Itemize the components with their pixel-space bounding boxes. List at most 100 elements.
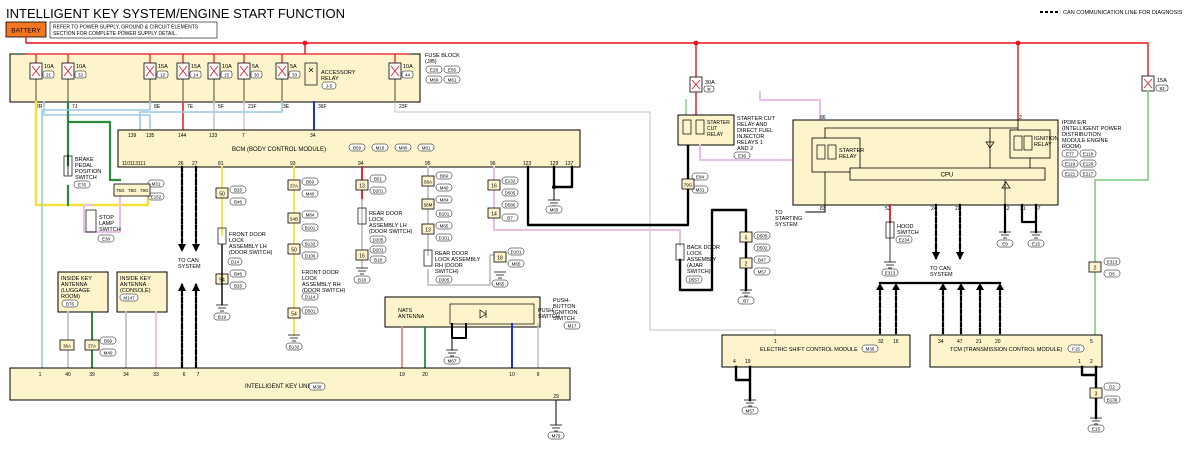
bcm96-pin-16: 16: [491, 184, 497, 190]
conn-e19: B136: [1107, 398, 1118, 403]
ant-con-conn: M147: [123, 296, 135, 301]
conn-d586: B7: [507, 216, 513, 221]
bcm-bottom-pin-110: 110: [122, 161, 130, 167]
conn-b26-a: B26: [234, 188, 243, 193]
fuse-block-pin-7E: 7E: [187, 104, 194, 110]
front-rh-pin-50: 50: [291, 248, 297, 254]
conn-b69-ant: B69: [104, 339, 113, 344]
conn-m84: M84: [306, 213, 315, 218]
tcm-label: TCM (TRANSMISSION CONTROL MODULE): [950, 347, 1062, 353]
rear-lh-pin-13: 13: [359, 184, 365, 190]
gnd-m79: M79: [552, 434, 561, 439]
bcm-bottom-pin-111: 111: [138, 161, 146, 167]
tcm-pin-20: 20: [995, 339, 1001, 345]
stop-lamp-conn: E38: [102, 237, 111, 242]
conn-e132: E84: [696, 175, 705, 180]
conn-d561: D505: [505, 191, 516, 196]
bcm-top-pin-7: 7: [242, 133, 245, 139]
conn-d501: D502: [757, 246, 768, 251]
key-unit-pin-39: 39: [89, 372, 95, 378]
key-unit-label: INTELLIGENT KEY UNIT: [245, 384, 313, 390]
ipdm-conn-E120: E120: [1083, 162, 1094, 167]
brake-switch-l4: SWITCH: [75, 175, 97, 181]
fuse-block-pin-5F: 5F: [218, 104, 224, 110]
ipdm-connectors: E77 E118 E119 E120 E121 E217: [1061, 149, 1097, 178]
gnd-m65-label: M65: [550, 208, 559, 213]
can-arrows-bcm: [178, 244, 200, 252]
conn-d106: D106: [305, 254, 316, 259]
bcm-top-pin-133: 133: [209, 133, 218, 139]
key-unit-pin-10: 10: [509, 372, 515, 378]
conn-b26-b: B26: [234, 284, 243, 289]
ign-relay-l2: RELAY: [1034, 142, 1052, 148]
conn-37a-label: 37A: [88, 344, 96, 349]
fuse-num-15: 15: [224, 73, 230, 78]
gnd-m67: M67: [448, 359, 457, 364]
push-conn: M17: [568, 324, 577, 329]
to-starting-l3: SYSTEM: [775, 222, 798, 228]
bcm-conn-B59: B59: [353, 146, 362, 151]
ipdm-box: [792, 119, 1059, 206]
ground-icon-m67: [446, 349, 458, 357]
key-unit-pin-20: 20: [422, 372, 428, 378]
bus-dot-2: [693, 40, 699, 46]
g-conn-labels3: 79G: [140, 188, 149, 193]
conn-b101: B101: [305, 226, 316, 231]
ipdm-conn-E217: E217: [1083, 172, 1094, 177]
refer-note-line1: REFER TO POWER SUPPLY, GROUND & CIRCUIT …: [53, 25, 199, 31]
fuse-num-14: 14: [193, 73, 199, 78]
ipdm-labels: IPDM E/R(INTELLIGENT POWERDISTRIBUTIONMO…: [1062, 120, 1122, 150]
legend: : CAN COMMUNICATION LINE FOR DIAGNOSIS: [1040, 10, 1183, 16]
ground-icon-b136: [494, 271, 506, 279]
fuse-amp-15: 10A: [222, 64, 232, 70]
rear-rh-pin-18: 18: [497, 256, 503, 262]
fuse-93-amp: 15A: [1157, 78, 1167, 84]
rear-lh-l4: (DOOR SWITCH): [369, 229, 413, 235]
shift-gnd-wire: [734, 365, 752, 402]
conn-d101: D101: [439, 236, 450, 241]
fuse-block-conn-M69: M69: [430, 78, 439, 83]
fuse-block-pin-7J: 7J: [72, 104, 78, 110]
back-pin-5: 5: [745, 236, 748, 242]
key-unit-pin-7: 7: [197, 372, 200, 378]
tcm-pin-47: 47: [957, 339, 963, 345]
fuse-amp-12: 15A: [158, 64, 168, 70]
fuse-block-conn-E28: E28: [430, 68, 439, 73]
tcm-pin-2: 2: [1090, 359, 1093, 365]
battery-label: BATTERY: [11, 28, 41, 35]
conn-b136: M65: [440, 224, 449, 229]
conn-d502: B47: [758, 258, 767, 263]
starter-cut-relay-l3: RELAY: [707, 132, 724, 138]
shift-module-conn: M36: [866, 347, 875, 352]
conn-d5-b: B46: [234, 272, 243, 277]
g-conn-labels2: 78G: [128, 188, 137, 193]
conn-f93: D5: [1109, 272, 1115, 277]
fuse-block-pin-8E: 8E: [154, 104, 161, 110]
shift-pin-4: 4: [733, 359, 736, 365]
tcm-pin-21: 21: [976, 339, 982, 345]
shift-pin-1: 1: [774, 339, 777, 345]
bcm-side-conn2: E152: [151, 195, 162, 200]
key-unit-pin-6: 6: [183, 372, 186, 378]
key-unit-pin-9: 9: [537, 372, 540, 378]
gnd-m57: M57: [746, 409, 755, 414]
g-conn-labels: 75G: [116, 188, 125, 193]
front-rh-conn: D114: [305, 295, 316, 300]
rear-rh-conn: D305: [439, 278, 450, 283]
fuse-30a-amp: 30A: [705, 80, 715, 86]
fuse-block-pin-23F: 23F: [399, 104, 408, 110]
wire-lightblue-1: [43, 101, 151, 129]
bcm-top-pin-34: 34: [310, 133, 316, 139]
rear-lh-conn: D205: [373, 238, 384, 243]
conn-b136-b: M65: [512, 262, 521, 267]
rear-rh-pin-13: 13: [425, 228, 431, 234]
cpu-label: CPU: [941, 173, 954, 179]
conn-3-tcm-num: 3: [1095, 392, 1098, 398]
ipdm-conn-E77: E77: [1066, 152, 1075, 157]
fuse-num-12: 12: [160, 73, 166, 78]
conn-d201: D201: [373, 189, 384, 194]
back-door-conn: D557: [689, 278, 700, 283]
fuse-block-pin-21F: 21F: [248, 104, 257, 110]
conn-b69-b: B69: [306, 180, 315, 185]
back-pin-2: 2: [745, 262, 748, 268]
